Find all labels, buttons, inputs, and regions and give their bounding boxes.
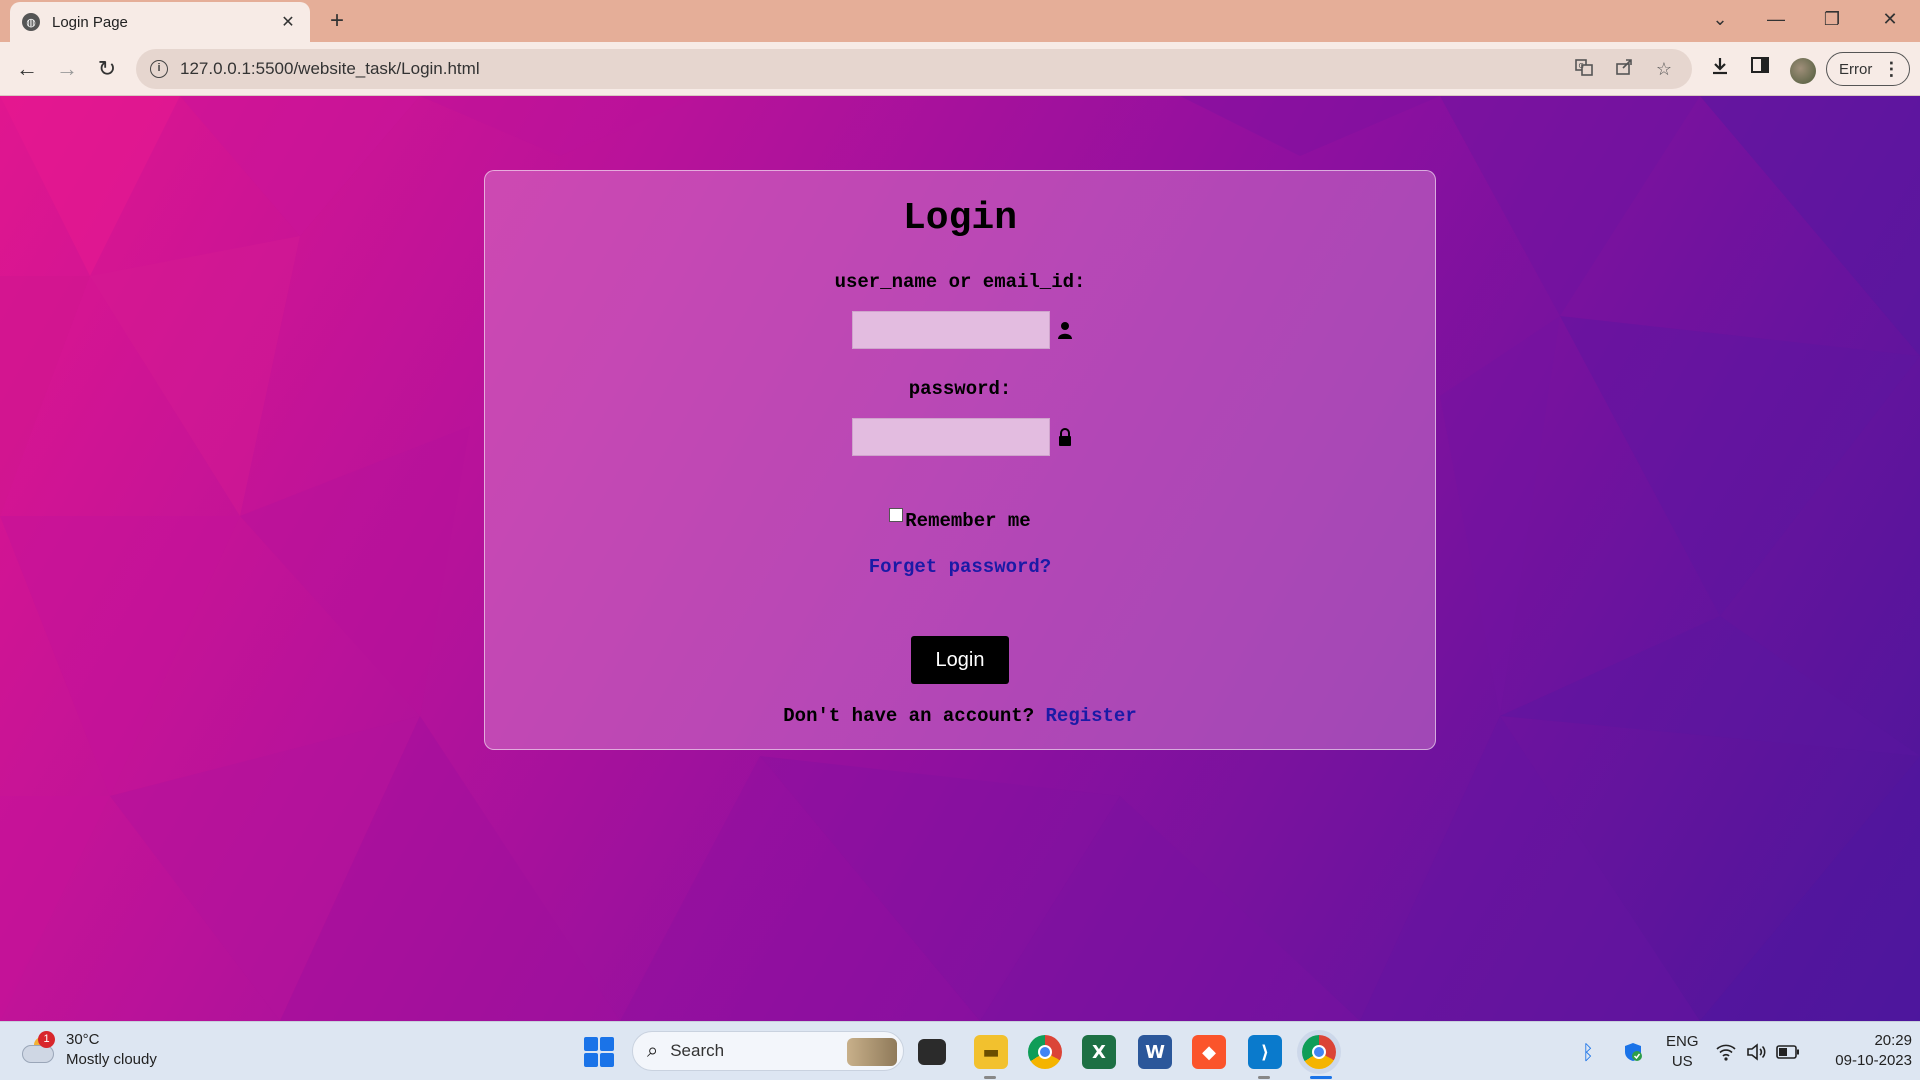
forgot-password-link[interactable]: Forget password? <box>485 556 1435 578</box>
register-link[interactable]: Register <box>1046 705 1137 727</box>
excel-icon[interactable]: X <box>1082 1035 1116 1069</box>
tab-close-icon[interactable]: ✕ <box>278 12 298 32</box>
weather-widget[interactable]: 1 30°C Mostly cloudy <box>22 1030 157 1070</box>
security-icon[interactable] <box>1622 1022 1644 1080</box>
password-row <box>852 418 1074 456</box>
search-highlight-image <box>847 1038 897 1066</box>
battery-icon[interactable] <box>1776 1022 1800 1080</box>
login-button[interactable]: Login <box>911 636 1009 684</box>
task-view-icon[interactable] <box>918 1039 946 1065</box>
chrome-icon[interactable] <box>1028 1035 1062 1069</box>
wifi-icon[interactable] <box>1716 1022 1736 1080</box>
login-heading: Login <box>902 197 1018 240</box>
system-clock[interactable]: 20:29 09-10-2023 <box>1812 1031 1912 1071</box>
new-tab-button[interactable]: + <box>322 8 352 34</box>
forward-button[interactable]: → <box>52 54 82 84</box>
menu-icon[interactable]: ⋮ <box>1882 59 1900 80</box>
profile-status-text: Error <box>1839 60 1873 78</box>
weather-icon: 1 <box>22 1031 56 1065</box>
reload-button[interactable]: ↻ <box>92 54 122 84</box>
login-form-card: Login user_name or email_id: password: R… <box>484 170 1436 750</box>
chrome-profile-icon[interactable] <box>1302 1035 1336 1069</box>
username-label: user_name or email_id: <box>834 271 1086 293</box>
browser-toolbar: ← → ↻ i 127.0.0.1:5500/website_task/Logi… <box>0 42 1920 96</box>
password-label: password: <box>908 378 1012 400</box>
word-icon[interactable]: W <box>1138 1035 1172 1069</box>
tab-strip: ◍ Login Page ✕ + ⌄ — ❐ ✕ <box>0 0 1920 42</box>
bluetooth-icon[interactable]: ᛒ <box>1582 1022 1594 1080</box>
svg-text:G: G <box>1579 62 1584 70</box>
site-info-icon[interactable]: i <box>150 60 168 78</box>
download-icon[interactable] <box>1706 55 1734 83</box>
minimize-button[interactable]: — <box>1748 0 1804 40</box>
windows-taskbar: 1 30°C Mostly cloudy ⌕ Search ▬ X W ◆ ⟩ … <box>0 1021 1920 1080</box>
restore-button[interactable]: ❐ <box>1804 0 1860 40</box>
register-prompt-text: Don't have an account? <box>783 705 1035 727</box>
remember-me-label: Remember me <box>905 510 1031 532</box>
file-explorer-icon[interactable]: ▬ <box>974 1035 1008 1069</box>
weather-temp: 30°C <box>66 1031 100 1048</box>
username-input[interactable] <box>852 311 1050 349</box>
brave-icon[interactable]: ◆ <box>1192 1035 1226 1069</box>
vscode-indicator <box>1258 1076 1270 1079</box>
browser-chrome: ◍ Login Page ✕ + ⌄ — ❐ ✕ ← → ↻ i 127.0.0… <box>0 0 1920 96</box>
page-viewport: Login user_name or email_id: password: R… <box>0 96 1920 1021</box>
taskbar-search-label: Search <box>670 1041 725 1060</box>
back-button[interactable]: ← <box>12 54 42 84</box>
close-window-button[interactable]: ✕ <box>1862 0 1918 40</box>
volume-icon[interactable] <box>1746 1022 1768 1080</box>
url-text[interactable]: 127.0.0.1:5500/website_task/Login.html <box>180 59 1558 79</box>
remember-me-checkbox[interactable] <box>889 508 904 522</box>
vscode-icon[interactable]: ⟩ <box>1248 1035 1282 1069</box>
password-input[interactable] <box>852 418 1050 456</box>
profile-error-chip[interactable]: Error ⋮ <box>1826 52 1910 86</box>
remember-me: Remember me <box>485 508 1435 532</box>
lock-icon <box>1056 427 1074 447</box>
taskbar-search[interactable]: ⌕ Search <box>632 1031 904 1071</box>
language-region: US <box>1671 1052 1693 1070</box>
weather-condition: Mostly cloudy <box>66 1051 157 1068</box>
share-icon[interactable] <box>1610 57 1638 82</box>
search-icon: ⌕ <box>647 1039 659 1062</box>
weather-badge: 1 <box>38 1031 55 1048</box>
start-icon[interactable] <box>584 1037 614 1067</box>
tab-search-dropdown-icon[interactable]: ⌄ <box>1692 0 1748 40</box>
clock-date: 09-10-2023 <box>1835 1052 1912 1069</box>
clock-time: 20:29 <box>1874 1032 1912 1049</box>
address-bar[interactable]: i 127.0.0.1:5500/website_task/Login.html… <box>136 49 1692 89</box>
tab-title: Login Page <box>52 13 128 31</box>
username-row <box>852 311 1074 349</box>
language-indicator[interactable]: ENG US <box>1666 1022 1699 1080</box>
user-icon <box>1056 320 1074 340</box>
file-explorer-indicator <box>984 1076 996 1079</box>
avatar[interactable] <box>1790 58 1816 84</box>
star-icon[interactable]: ☆ <box>1650 59 1678 80</box>
language-code: ENG <box>1666 1032 1699 1050</box>
sidepanel-icon[interactable] <box>1746 55 1774 83</box>
globe-icon: ◍ <box>22 13 40 31</box>
register-prompt: Don't have an account? Register <box>485 705 1435 727</box>
translate-icon[interactable]: G <box>1570 57 1598 82</box>
chrome-active-indicator <box>1310 1076 1332 1079</box>
tab-login-page[interactable]: ◍ Login Page ✕ <box>10 2 310 42</box>
